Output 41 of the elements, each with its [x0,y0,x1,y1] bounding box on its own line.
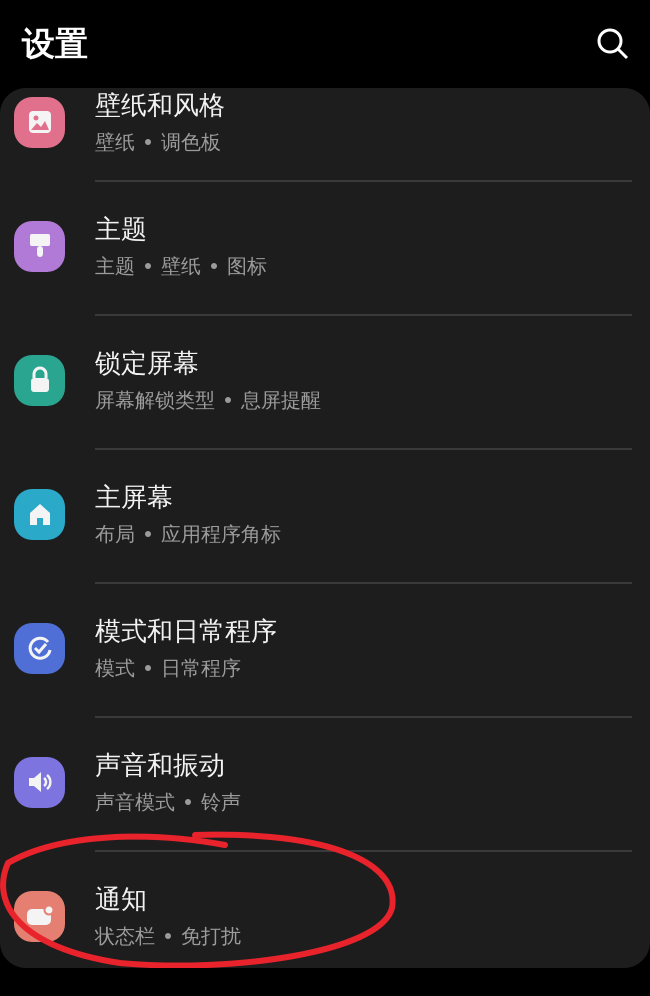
item-subtitle: 息屏提醒 [241,387,321,414]
separator-dot [145,139,151,145]
settings-item[interactable]: 声音和振动 声音模式 铃声 [0,718,650,850]
separator-dot [145,531,151,537]
refresh-check-icon [26,634,54,662]
item-title: 锁定屏幕 [95,348,200,381]
item-subtitle: 布局 [95,521,135,548]
item-subtitle: 声音模式 [95,789,175,816]
item-subtitle: 状态栏 [95,923,155,950]
item-subtitle: 主题 [95,253,135,280]
item-title: 主屏幕 [95,482,174,515]
item-title: 壁纸和风格 [95,90,225,123]
image-icon [26,109,52,135]
item-subtitle: 壁纸 [95,129,135,156]
separator-dot [145,263,151,269]
settings-item[interactable]: 通知 状态栏 免打扰 [0,852,650,968]
item-subtitle: 屏幕解锁类型 [95,387,215,414]
item-subtitle: 调色板 [161,129,221,156]
item-subtitle: 日常程序 [161,655,241,682]
item-title: 主题 [95,214,148,247]
separator-dot [145,665,151,671]
item-title: 声音和振动 [95,750,226,783]
page-title: 设置 [22,22,88,64]
settings-item[interactable]: 模式和日常程序 模式 日常程序 [0,584,650,716]
item-subtitle: 图标 [227,253,267,280]
separator-dot [211,263,217,269]
separator-dot [225,397,231,403]
item-title: 模式和日常程序 [95,616,277,649]
separator-dot [165,933,171,939]
settings-item[interactable]: 主屏幕 布局 应用程序角标 [0,450,650,582]
item-subtitle: 壁纸 [161,253,201,280]
notification-icon [24,904,54,928]
settings-item[interactable]: 壁纸和风格 壁纸 调色板 [0,88,650,180]
separator-dot [185,799,191,805]
item-subtitle: 模式 [95,655,135,682]
settings-item[interactable]: 主题 主题 壁纸 图标 [0,182,650,314]
item-subtitle: 免打扰 [181,923,241,950]
item-title: 通知 [95,884,148,917]
item-subtitle: 铃声 [201,789,241,816]
item-subtitle: 应用程序角标 [161,521,281,548]
settings-item[interactable]: 锁定屏幕 屏幕解锁类型 息屏提醒 [0,316,650,448]
